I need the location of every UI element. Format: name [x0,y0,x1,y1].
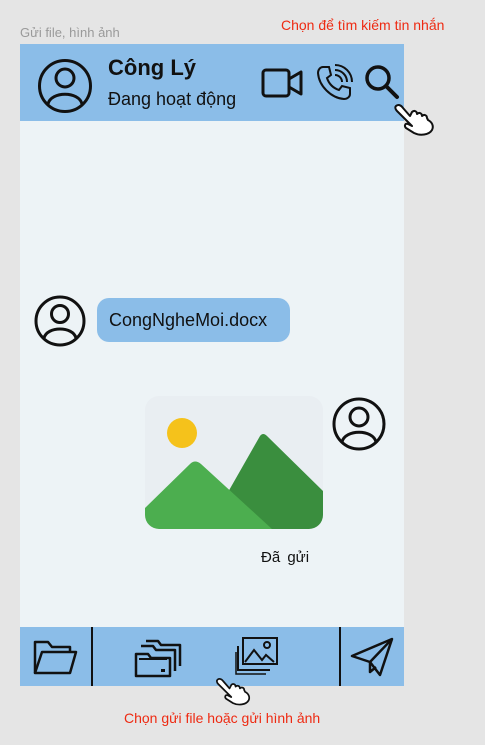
sender-avatar-icon [34,295,86,347]
pointer-hand-icon [392,102,436,136]
annotation-send-file-image: Gửi file, hình ảnh [20,25,120,40]
sent-status-label: Đã gửi [261,549,310,566]
pointer-hand-icon [214,676,252,706]
image-message[interactable] [145,396,323,529]
chat-header: Công Lý Đang hoạt động [20,44,404,121]
files-icon[interactable] [134,636,184,678]
contact-name: Công Lý [108,55,196,80]
toolbar-divider [91,627,93,686]
chat-screen: Công Lý Đang hoạt động CongNgheMoi.docx … [20,44,404,686]
annotation-search-messages: Chọn để tìm kiếm tin nhắn [281,17,445,33]
video-call-icon[interactable] [261,67,303,99]
annotation-send-options: Chọn gửi file hoặc gửi hình ảnh [124,710,321,726]
receiver-avatar-icon [332,397,386,451]
file-message-bubble[interactable]: CongNgheMoi.docx [97,298,290,342]
chat-footer-toolbar [20,627,404,686]
avatar-icon[interactable] [37,58,93,114]
toolbar-divider [339,627,341,686]
folder-icon[interactable] [32,637,78,677]
search-icon[interactable] [364,64,400,100]
contact-status: Đang hoạt động [108,89,237,109]
phone-call-icon[interactable] [315,64,353,102]
gallery-icon[interactable] [234,636,280,676]
send-icon[interactable] [350,637,394,677]
